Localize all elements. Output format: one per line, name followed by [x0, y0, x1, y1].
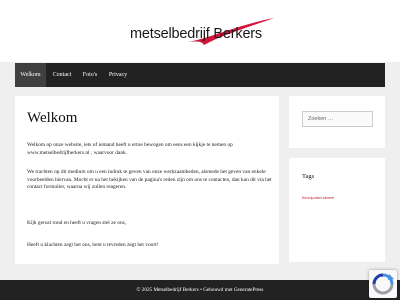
tag-link[interactable]: Kiezdpolset almere — [302, 196, 334, 200]
services-paragraph: We trachten op dit medium om u een indru… — [27, 169, 272, 191]
recaptcha-icon — [372, 273, 394, 295]
nav-item-fotos[interactable]: Foto's — [78, 63, 102, 87]
main-content: Welkom Welkom op onze website, iets of i… — [15, 96, 279, 264]
logo-text: metselbedrijf Berkers — [130, 26, 262, 42]
footer-copyright: © 2025 Metselbedrijf Berkers • Gebouwd m… — [136, 287, 264, 293]
site-header: metselbedrijf Berkers — [0, 0, 400, 62]
site-logo[interactable]: metselbedrijf Berkers — [128, 16, 278, 50]
feedback-paragraph: Heeft u klachten zegt het ons, bent u te… — [27, 242, 159, 248]
page-title: Welkom — [27, 110, 78, 126]
tags-widget-title: Tags — [302, 173, 315, 180]
nav-item-welkom[interactable]: Welkom — [15, 63, 46, 87]
site-footer: © 2025 Metselbedrijf Berkers • Gebouwd m… — [0, 280, 400, 300]
questions-paragraph: Kijk gerust rond en heeft u vragen stel … — [27, 220, 127, 226]
recaptcha-badge[interactable] — [369, 270, 397, 298]
main-navigation: Welkom Contact Foto's Privacy — [15, 63, 385, 87]
tags-widget: Tags Kiezdpolset almere — [289, 158, 385, 262]
nav-item-privacy[interactable]: Privacy — [102, 63, 134, 87]
nav-item-contact[interactable]: Contact — [46, 63, 78, 87]
intro-paragraph: Welkom op onze website, iets of iemand h… — [27, 142, 233, 156]
search-input[interactable] — [302, 111, 373, 127]
search-widget — [289, 96, 385, 148]
